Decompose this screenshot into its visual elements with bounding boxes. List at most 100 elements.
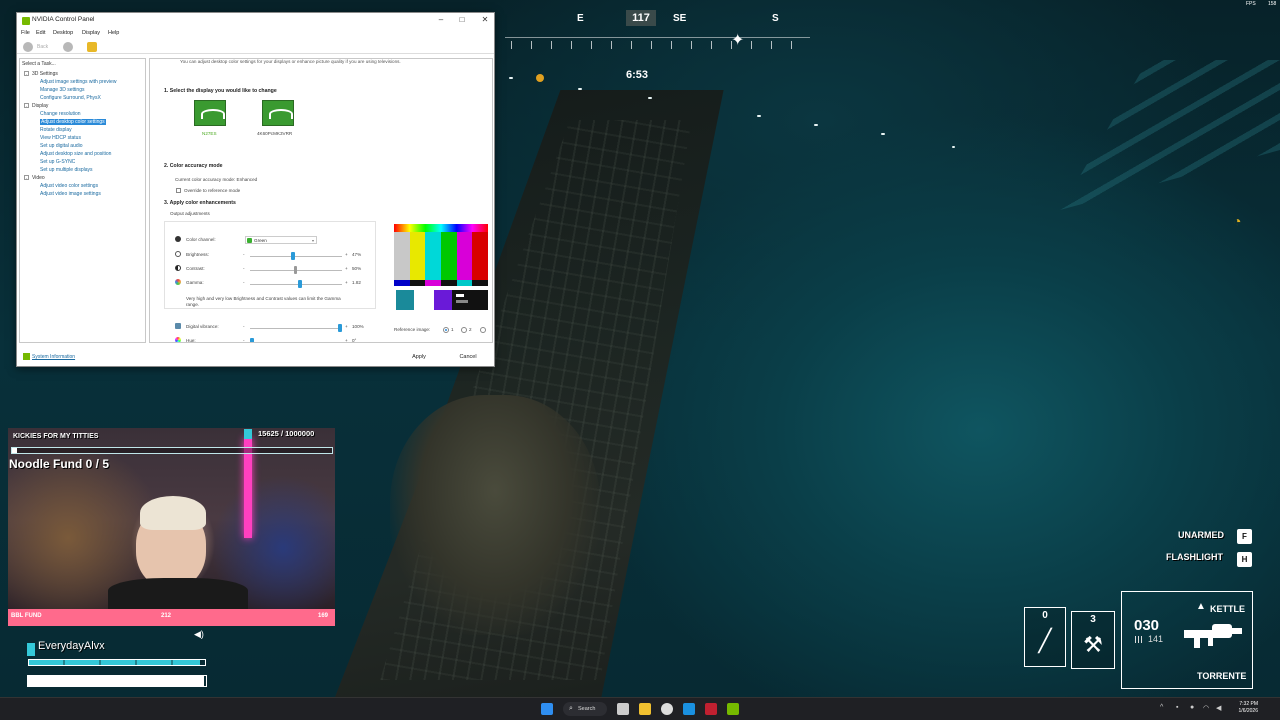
reserve-ammo: 141 [1148, 634, 1164, 644]
back-arrow-icon[interactable] [23, 42, 33, 52]
hue-label: Hue: [186, 338, 196, 343]
particle [814, 124, 818, 126]
reference-radio-1[interactable] [443, 327, 449, 333]
menu-file[interactable]: File [21, 30, 30, 36]
contrast-plus: + [345, 266, 348, 271]
vibrance-track[interactable] [250, 328, 342, 329]
tree-item-desktop-size[interactable]: Adjust desktop size and position [40, 151, 111, 157]
search-icon: ⌕ [569, 705, 573, 712]
brightness-thumb[interactable] [291, 252, 296, 260]
display-2-icon[interactable] [262, 100, 294, 126]
override-label[interactable]: Override to reference mode [184, 188, 240, 193]
menu-edit[interactable]: Edit [36, 30, 45, 36]
weapon-icon [1184, 624, 1242, 648]
tree-item-desktop-color[interactable]: Adjust desktop color settings [40, 119, 106, 125]
tree-cat-video[interactable]: Video [32, 175, 45, 181]
tree-item-manage-3d[interactable]: Manage 3D settings [40, 87, 84, 93]
expand-3d-icon[interactable]: - [24, 71, 29, 76]
tree-item-adjust-image[interactable]: Adjust image settings with preview [40, 79, 116, 85]
tree-item-gsync[interactable]: Set up G-SYNC [40, 159, 75, 165]
tree-item-digital-audio[interactable]: Set up digital audio [40, 143, 83, 149]
minimize-button[interactable]: – [434, 15, 448, 24]
close-button[interactable]: ✕ [478, 15, 492, 24]
start-icon[interactable] [541, 703, 553, 715]
player-character [390, 395, 600, 635]
file-explorer-icon[interactable] [639, 703, 651, 715]
reference-radio-1-label[interactable]: 1 [451, 327, 454, 332]
apply-button[interactable]: Apply [401, 352, 437, 363]
tray-chevron-icon[interactable]: ^ [1160, 704, 1163, 711]
forward-arrow-icon[interactable] [63, 42, 73, 52]
reference-radio-2-label[interactable]: 2 [469, 327, 472, 332]
tree-item-video-image[interactable]: Adjust video image settings [40, 191, 101, 197]
window-title: NVIDIA Control Panel [32, 16, 95, 23]
system-information-link[interactable]: System Information [32, 354, 75, 360]
tree-item-hdcp[interactable]: View HDCP status [40, 135, 81, 141]
windows-taskbar: ⌕ Search ^ ▪ ● ◠ ◀ 7:32 PM 1/6/2026 [0, 697, 1280, 720]
volume-icon[interactable]: ◀ [1216, 704, 1221, 712]
bbl-goal: 169 [318, 613, 329, 619]
app2-icon[interactable] [705, 703, 717, 715]
tree-item-surround[interactable]: Configure Surround, PhysX [40, 95, 101, 101]
inventory-slot-pickaxe[interactable]: 3 ⚒ [1071, 611, 1115, 669]
objective-marker-icon: ✦ [731, 32, 745, 49]
settings-panel: You can adjust desktop color settings fo… [149, 58, 493, 343]
menu-display[interactable]: Display [82, 30, 100, 36]
hue-minus: - [243, 338, 245, 343]
hue-track[interactable] [250, 342, 342, 343]
contrast-icon [175, 265, 181, 271]
app-icon[interactable] [661, 703, 673, 715]
tray-app-icon[interactable]: ▪ [1176, 704, 1178, 711]
task-tree: Select a Task... - 3D Settings Adjust im… [19, 58, 146, 343]
microphone-icon[interactable]: ● [1190, 704, 1194, 711]
reference-radio-2[interactable] [461, 327, 467, 333]
tree-item-multiple-displays[interactable]: Set up multiple displays [40, 167, 93, 173]
gamma-label: Gamma: [186, 280, 204, 285]
gamma-value: 1.82 [352, 280, 361, 285]
home-icon[interactable] [87, 42, 97, 52]
color-channel-label: Color channel: [186, 237, 216, 242]
taskbar-search[interactable]: ⌕ Search [563, 702, 607, 716]
toolbar: Back [17, 40, 494, 54]
tree-item-rotate[interactable]: Rotate display [40, 127, 72, 133]
inventory-slot-knife[interactable]: 0 ╱ [1024, 607, 1066, 667]
menu-desktop[interactable]: Desktop [53, 30, 73, 36]
gamma-thumb[interactable] [298, 280, 303, 288]
reference-radio-3[interactable] [480, 327, 486, 333]
tree-cat-3d-settings[interactable]: 3D Settings [32, 71, 58, 77]
task-view-icon[interactable] [617, 703, 629, 715]
hue-thumb[interactable] [250, 338, 254, 342]
back-label[interactable]: Back [37, 44, 48, 50]
maximize-button[interactable]: □ [455, 15, 469, 24]
display-1-label[interactable]: N27ES [202, 131, 217, 136]
expand-video-icon[interactable]: - [24, 175, 29, 180]
tree-cat-display[interactable]: Display [32, 103, 48, 109]
override-checkbox[interactable] [176, 188, 181, 193]
brightness-track[interactable] [250, 256, 342, 257]
gamma-track[interactable] [250, 284, 342, 285]
contrast-thumb[interactable] [294, 266, 297, 274]
particle [648, 97, 652, 99]
menu-help[interactable]: Help [108, 30, 119, 36]
display-2-label[interactable]: 4K60PcMK3VRR [257, 131, 292, 136]
vibrance-thumb[interactable] [338, 324, 342, 332]
webcam-feed [8, 428, 335, 610]
cancel-button[interactable]: Cancel [450, 352, 486, 363]
display-1-icon[interactable] [194, 100, 226, 126]
color-channel-dropdown[interactable]: Green ▾ [245, 236, 317, 244]
reference-image [394, 224, 489, 312]
particle [952, 146, 955, 148]
nvidia-taskbar-icon[interactable] [727, 703, 739, 715]
task-tree-label: Select a Task... [22, 61, 56, 67]
brightness-icon [175, 251, 181, 257]
chevron-down-icon: ▾ [311, 238, 314, 243]
wifi-icon[interactable]: ◠ [1203, 704, 1209, 712]
steam-icon[interactable] [683, 703, 695, 715]
window-titlebar[interactable]: NVIDIA Control Panel – □ ✕ [17, 13, 494, 29]
expand-display-icon[interactable]: - [24, 103, 29, 108]
tree-item-video-color[interactable]: Adjust video color settings [40, 183, 98, 189]
tree-item-change-resolution[interactable]: Change resolution [40, 111, 81, 117]
clock[interactable]: 7:32 PM 1/6/2026 [1234, 701, 1258, 715]
knife-count: 0 [1042, 610, 1048, 621]
unarmed-key: F [1237, 529, 1252, 544]
